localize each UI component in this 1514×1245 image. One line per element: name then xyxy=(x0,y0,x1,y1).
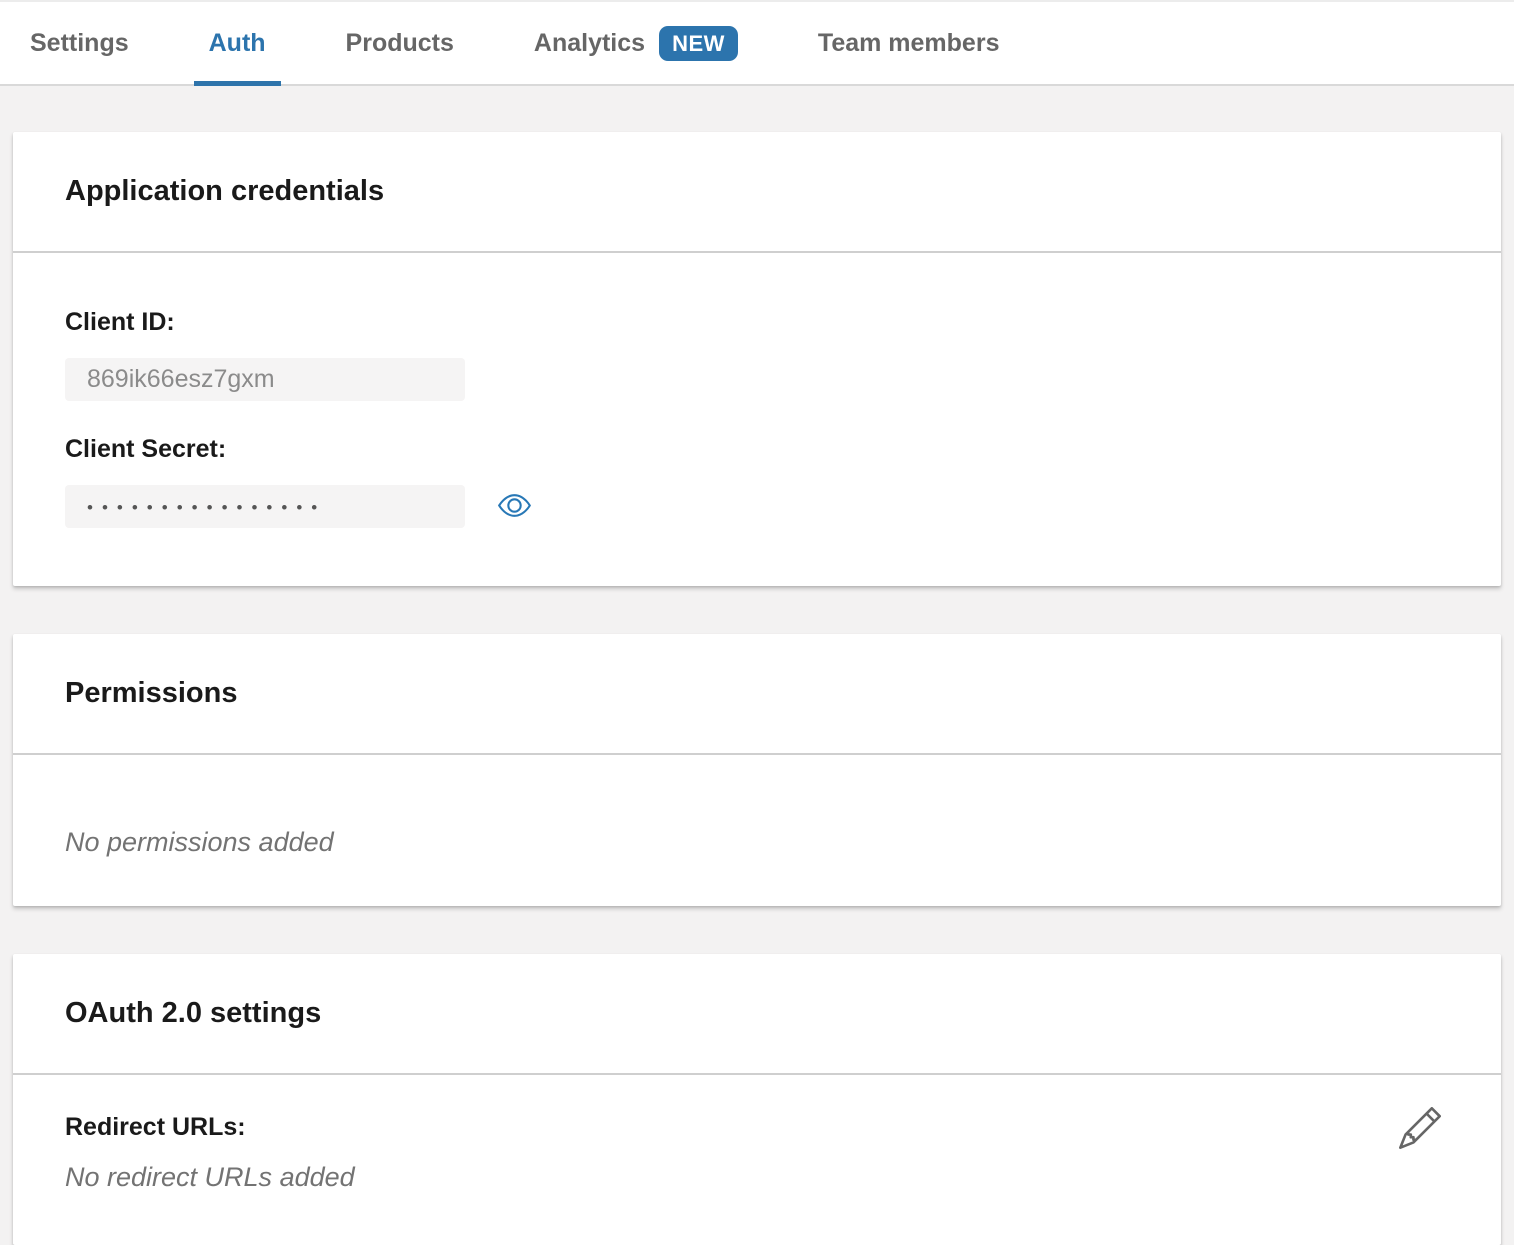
tab-settings-label: Settings xyxy=(30,29,129,58)
edit-redirect-urls-button[interactable] xyxy=(1399,1107,1441,1152)
permissions-title: Permissions xyxy=(65,677,1449,710)
application-credentials-title: Application credentials xyxy=(65,175,1449,208)
permissions-header: Permissions xyxy=(13,634,1501,755)
pencil-icon xyxy=(1399,1137,1441,1152)
client-id-group: Client ID: 869ik66esz7gxm xyxy=(65,308,1449,401)
client-id-value[interactable]: 869ik66esz7gxm xyxy=(65,358,465,401)
application-credentials-header: Application credentials xyxy=(13,132,1501,253)
new-badge: NEW xyxy=(659,26,738,61)
tab-team-members[interactable]: Team members xyxy=(803,2,1015,84)
client-secret-label: Client Secret: xyxy=(65,435,1449,464)
client-secret-row: •••••••••••••••• xyxy=(65,485,1449,528)
oauth-settings-body: Redirect URLs: No redirect URLs added xyxy=(13,1075,1501,1245)
tab-team-members-label: Team members xyxy=(818,29,1000,58)
client-secret-group: Client Secret: •••••••••••••••• xyxy=(65,435,1449,528)
tab-bar: Settings Auth Products Analytics NEW Tea… xyxy=(0,0,1514,86)
client-secret-masked-text: •••••••••••••••• xyxy=(87,495,326,518)
redirect-urls-empty-text: No redirect URLs added xyxy=(65,1162,1449,1193)
eye-icon xyxy=(498,489,531,525)
permissions-empty-text: No permissions added xyxy=(65,827,1449,858)
tab-products[interactable]: Products xyxy=(331,2,469,84)
application-credentials-card: Application credentials Client ID: 869ik… xyxy=(13,132,1501,586)
oauth-settings-header: OAuth 2.0 settings xyxy=(13,954,1501,1075)
tab-auth-label: Auth xyxy=(209,29,266,58)
permissions-body: No permissions added xyxy=(13,755,1501,906)
tab-products-label: Products xyxy=(346,29,454,58)
redirect-urls-label: Redirect URLs: xyxy=(65,1113,1449,1142)
reveal-secret-button[interactable] xyxy=(498,489,531,525)
client-id-label: Client ID: xyxy=(65,308,1449,337)
main-content: Application credentials Client ID: 869ik… xyxy=(0,86,1514,1245)
application-credentials-body: Client ID: 869ik66esz7gxm Client Secret:… xyxy=(13,253,1501,586)
oauth-settings-card: OAuth 2.0 settings Redirect URLs: No red… xyxy=(13,954,1501,1245)
oauth-settings-title: OAuth 2.0 settings xyxy=(65,997,1449,1030)
client-secret-value[interactable]: •••••••••••••••• xyxy=(65,485,465,528)
tab-auth[interactable]: Auth xyxy=(194,2,281,84)
tab-analytics[interactable]: Analytics NEW xyxy=(519,2,753,84)
permissions-card: Permissions No permissions added xyxy=(13,634,1501,906)
tab-analytics-label: Analytics xyxy=(534,29,645,58)
tab-settings[interactable]: Settings xyxy=(15,2,144,84)
